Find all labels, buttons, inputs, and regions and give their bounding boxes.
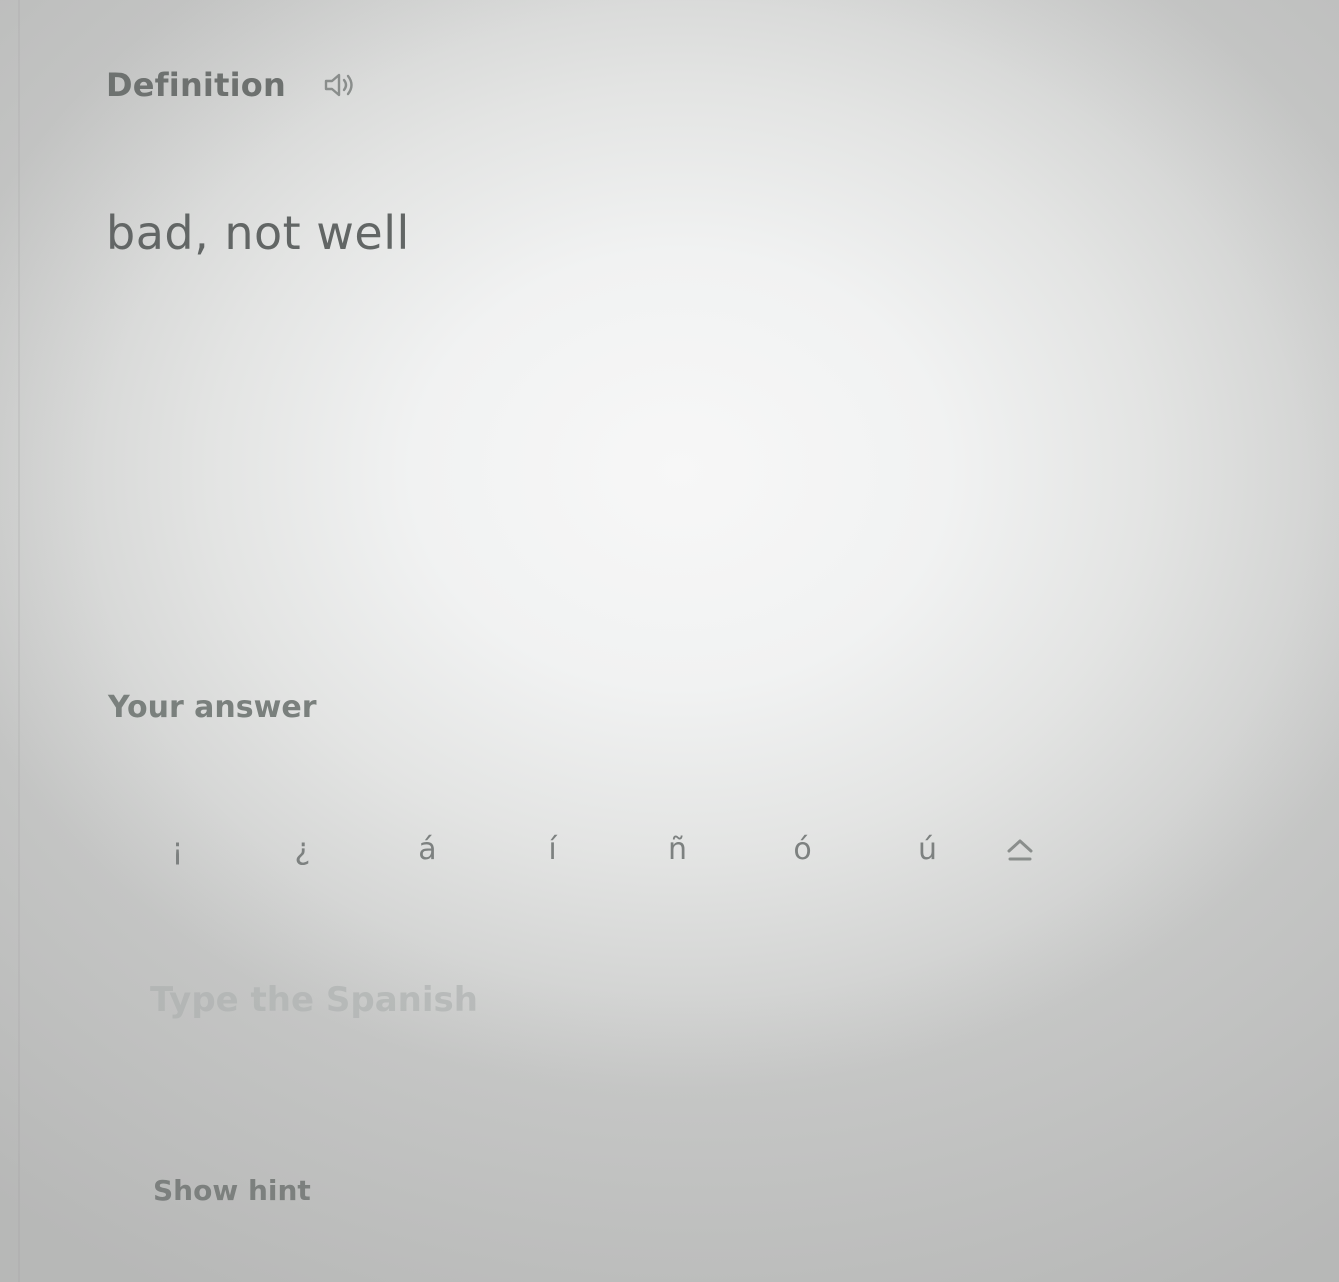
answer-label: Your answer <box>108 690 317 725</box>
definition-header: Definition <box>106 66 360 104</box>
accent-key-o-acute[interactable]: ó <box>740 822 865 876</box>
screen-vignette <box>0 0 1339 1282</box>
accent-key-a-acute[interactable]: á <box>365 822 490 876</box>
speaker-icon-svg <box>324 73 353 97</box>
page-edge <box>18 0 20 1282</box>
accent-key-i-acute[interactable]: í <box>490 822 615 876</box>
accent-key-inverted-question[interactable]: ¿ <box>240 822 365 876</box>
accent-keyboard: ¡ ¿ á í ñ ó ú <box>115 822 1050 876</box>
shift-caret-icon[interactable] <box>990 822 1050 876</box>
answer-input[interactable] <box>150 970 1150 1030</box>
definition-text: bad, not well <box>106 206 410 260</box>
accent-key-n-tilde[interactable]: ñ <box>615 822 740 876</box>
definition-label: Definition <box>106 66 286 104</box>
show-hint-link[interactable]: Show hint <box>153 1174 311 1207</box>
shift-caret-icon-svg <box>1007 839 1033 861</box>
speaker-icon[interactable] <box>320 67 360 103</box>
accent-key-inverted-exclamation[interactable]: ¡ <box>115 822 240 876</box>
accent-key-u-acute[interactable]: ú <box>865 822 990 876</box>
